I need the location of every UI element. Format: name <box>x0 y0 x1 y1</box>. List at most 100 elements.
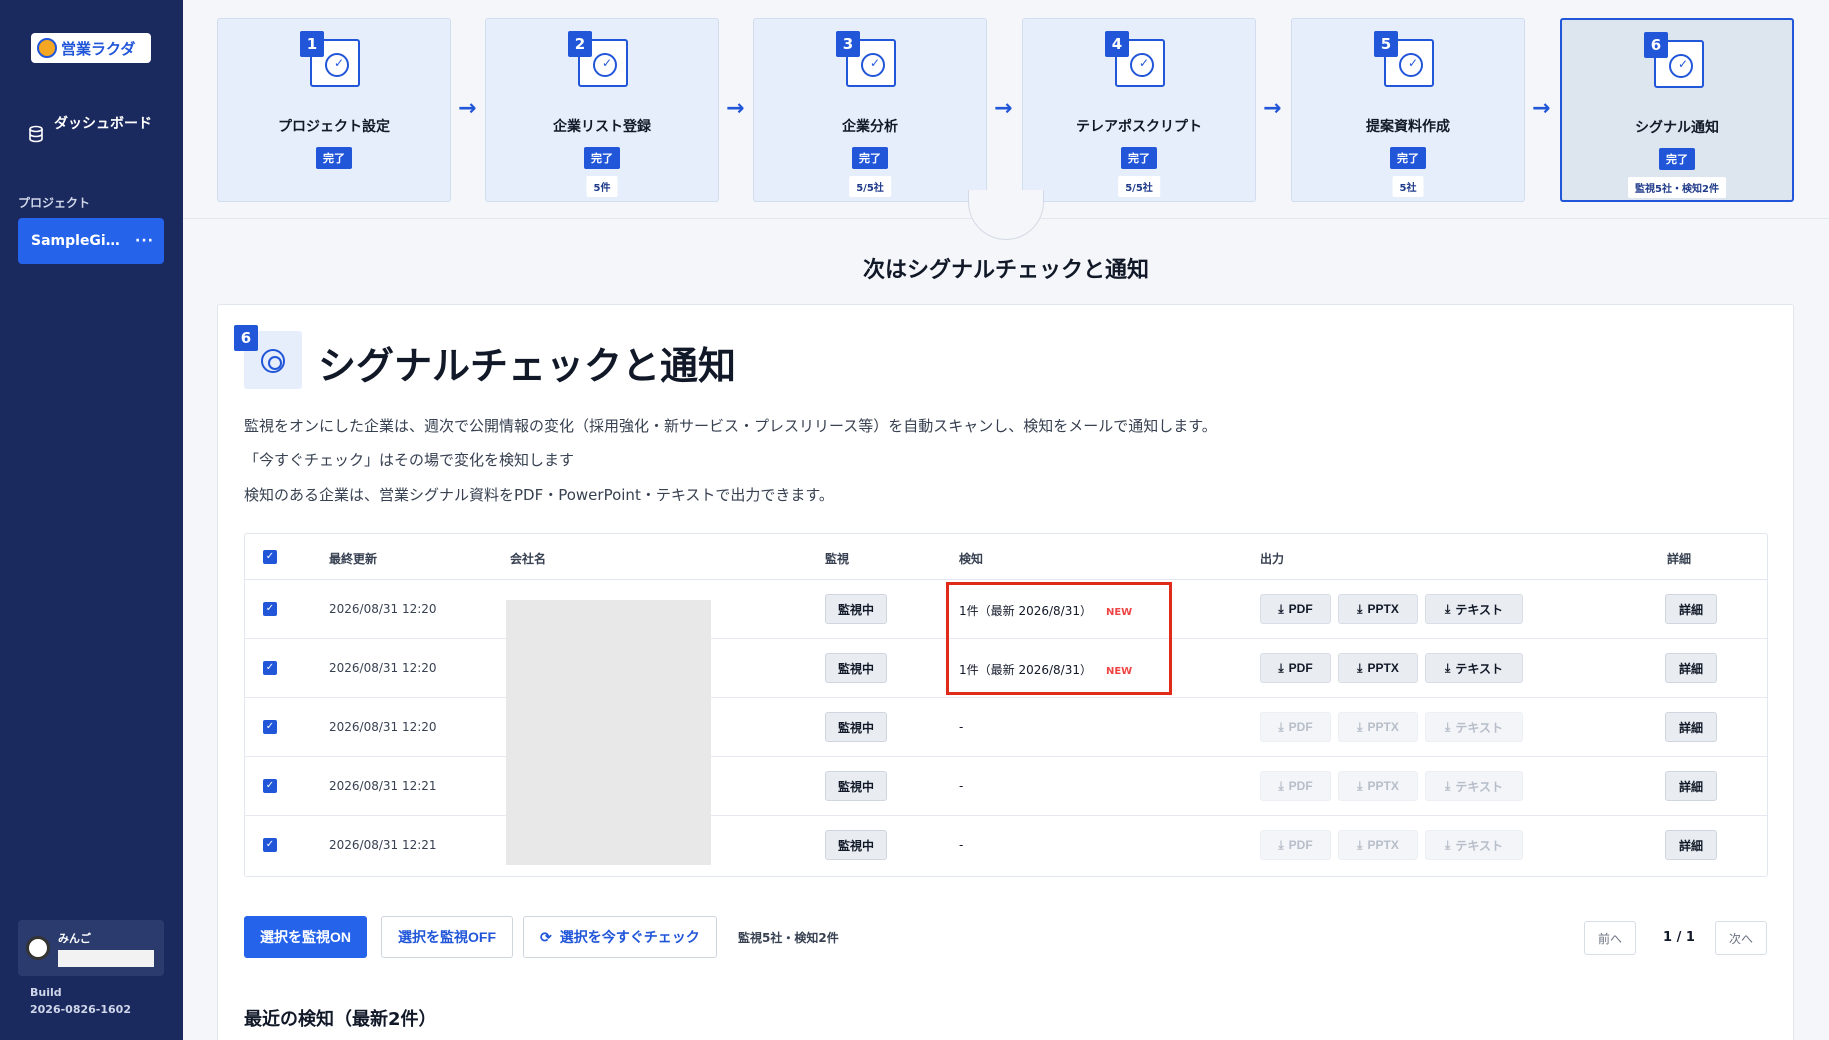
detail-button[interactable]: 詳細 <box>1665 771 1717 801</box>
step-title: 提案資料作成 <box>1366 119 1450 135</box>
watch-toggle-button[interactable]: 監視中 <box>825 830 888 860</box>
row-checkbox[interactable]: ✓ <box>263 838 277 852</box>
detail-button[interactable]: 詳細 <box>1665 594 1717 624</box>
step-count: 5社 <box>1392 176 1424 197</box>
detection-text: - <box>959 779 964 793</box>
step-call-script[interactable]: 4 ✓ テレアポスクリプト 完了 5/5社 <box>1022 18 1256 202</box>
table-row: ✓ 2026/08/31 12:21 監視中 - ⤓ PDF ⤓ PPTX ⤓ テキス… <box>245 757 1767 816</box>
updated-at: 2026/08/31 12:21 <box>329 838 437 852</box>
export-text-label: テキスト <box>1455 661 1503 676</box>
step-project-setup[interactable]: 1 ✓ プロジェクト設定 完了 <box>217 18 451 202</box>
export-text-button: ⤓ テキスト <box>1425 771 1523 801</box>
user-menu[interactable]: みんご <box>18 920 164 976</box>
select-all-checkbox[interactable]: ✓ <box>263 550 277 564</box>
step-status-badge: 完了 <box>1659 148 1695 170</box>
detail-button[interactable]: 詳細 <box>1665 712 1717 742</box>
column-header[interactable]: 最終更新 <box>329 550 377 567</box>
arrow-right-icon: → <box>458 96 477 121</box>
app-logo[interactable]: 営業ラクダ <box>31 33 151 63</box>
watch-toggle-button[interactable]: 監視中 <box>825 653 888 683</box>
signal-panel: 6 シグナルチェックと通知 監視をオンにした企業は、週次で公開情報の変化（採用強… <box>217 304 1794 1040</box>
column-header[interactable]: 会社名 <box>510 550 546 567</box>
step-number: 2 <box>568 31 592 57</box>
next-page-button[interactable]: 次へ <box>1715 921 1767 955</box>
column-header: 詳細 <box>1667 552 1692 566</box>
description-line: 監視をオンにした企業は、週次で公開情報の変化（採用強化・新サービス・プレスリリー… <box>244 417 1217 435</box>
build-info: Build 2026-0826-1602 <box>30 984 131 1018</box>
row-checkbox[interactable]: ✓ <box>263 661 277 675</box>
watch-off-button[interactable]: 選択を監視OFF <box>381 916 513 958</box>
step-status-badge: 完了 <box>584 147 620 169</box>
watch-toggle-button[interactable]: 監視中 <box>825 712 888 742</box>
export-pptx-label: PPTX <box>1367 838 1399 852</box>
detection-text: - <box>959 838 964 852</box>
export-pdf-label: PDF <box>1288 838 1313 852</box>
export-pptx-button[interactable]: ⤓ PPTX <box>1338 594 1418 624</box>
page-title: シグナルチェックと通知 <box>318 344 737 388</box>
company-table: ✓ 最終更新 会社名 監視 検知 出力 詳細 ✓ 2026/08/31 12:2… <box>244 533 1768 877</box>
step-company-analysis[interactable]: 3 ✓ 企業分析 完了 5/5社 <box>753 18 987 202</box>
sidebar-item-dashboard[interactable]: ダッシュボード <box>28 114 158 143</box>
download-icon: ⤓ <box>1278 778 1284 793</box>
step-number: 3 <box>836 31 860 57</box>
export-text-button[interactable]: ⤓ テキスト <box>1425 594 1523 624</box>
step-title: 企業リスト登録 <box>553 119 651 135</box>
detection-status: - <box>959 838 977 852</box>
table-header: ✓ 最終更新 会社名 監視 検知 出力 詳細 <box>245 534 1767 580</box>
download-icon: ⤓ <box>1445 601 1451 616</box>
row-checkbox[interactable]: ✓ <box>263 602 277 616</box>
export-pdf-label: PDF <box>1288 602 1313 616</box>
export-pptx-label: PPTX <box>1367 779 1399 793</box>
download-icon: ⤓ <box>1357 660 1363 675</box>
row-checkbox[interactable]: ✓ <box>263 720 277 734</box>
download-icon: ⤓ <box>1278 719 1284 734</box>
detection-status: - <box>959 779 977 793</box>
step-company-list[interactable]: 2 ✓ 企業リスト登録 完了 5件 <box>485 18 719 202</box>
export-pdf-label: PDF <box>1288 720 1313 734</box>
step-title: プロジェクト設定 <box>278 119 390 135</box>
sidebar-item-label: ダッシュボード <box>54 116 152 132</box>
sidebar-item-project[interactable]: SampleGi… ··· <box>18 218 164 264</box>
export-pdf-button[interactable]: ⤓ PDF <box>1260 594 1331 624</box>
column-header: 監視 <box>825 552 850 566</box>
step-proposal[interactable]: 5 ✓ 提案資料作成 完了 5社 <box>1291 18 1525 202</box>
download-icon: ⤓ <box>1445 778 1451 793</box>
export-pptx-button[interactable]: ⤓ PPTX <box>1338 653 1418 683</box>
user-email-redacted <box>58 949 154 967</box>
column-header: 検知 <box>959 552 984 566</box>
logo-text: 営業ラクダ <box>61 39 136 58</box>
step-number: 4 <box>1105 31 1129 57</box>
export-text-button: ⤓ テキスト <box>1425 830 1523 860</box>
watch-toggle-button[interactable]: 監視中 <box>825 771 888 801</box>
row-checkbox[interactable]: ✓ <box>263 779 277 793</box>
check-now-button[interactable]: ⟳ 選択を今すぐチェック <box>523 916 717 958</box>
export-text-button: ⤓ テキスト <box>1425 712 1523 742</box>
export-pptx-button: ⤓ PPTX <box>1338 771 1418 801</box>
avatar <box>26 936 50 960</box>
step-title: シグナル通知 <box>1635 120 1719 136</box>
step-number: 5 <box>1374 31 1398 57</box>
check-now-label: 選択を今すぐチェック <box>559 929 700 945</box>
export-text-button[interactable]: ⤓ テキスト <box>1425 653 1523 683</box>
download-icon: ⤓ <box>1445 719 1451 734</box>
export-pptx-label: PPTX <box>1367 661 1399 675</box>
step-signal-notify[interactable]: 6 ✓ シグナル通知 完了 監視5社・検知2件 <box>1560 18 1794 202</box>
workflow-steps: 1 ✓ プロジェクト設定 完了 → 2 ✓ 企業リスト登録 完了 5件 → 3 … <box>183 0 1829 219</box>
export-pdf-button[interactable]: ⤓ PDF <box>1260 653 1331 683</box>
step-count: 5件 <box>586 176 618 197</box>
step-title: テレアポスクリプト <box>1076 119 1202 135</box>
watch-on-button[interactable]: 選択を監視ON <box>244 916 367 958</box>
export-text-label: テキスト <box>1455 838 1503 853</box>
download-icon: ⤓ <box>1445 837 1451 852</box>
detail-button[interactable]: 詳細 <box>1665 830 1717 860</box>
more-icon[interactable]: ··· <box>135 233 154 249</box>
prev-page-button[interactable]: 前へ <box>1584 921 1636 955</box>
detail-button[interactable]: 詳細 <box>1665 653 1717 683</box>
download-icon: ⤓ <box>1357 837 1363 852</box>
step-count: 監視5社・検知2件 <box>1628 177 1726 198</box>
export-pdf-button: ⤓ PDF <box>1260 830 1331 860</box>
table-row: ✓ 2026/08/31 12:21 監視中 - ⤓ PDF ⤓ PPTX ⤓ テキス… <box>245 816 1767 875</box>
export-pdf-label: PDF <box>1288 779 1313 793</box>
watch-toggle-button[interactable]: 監視中 <box>825 594 888 624</box>
download-icon: ⤓ <box>1357 778 1363 793</box>
